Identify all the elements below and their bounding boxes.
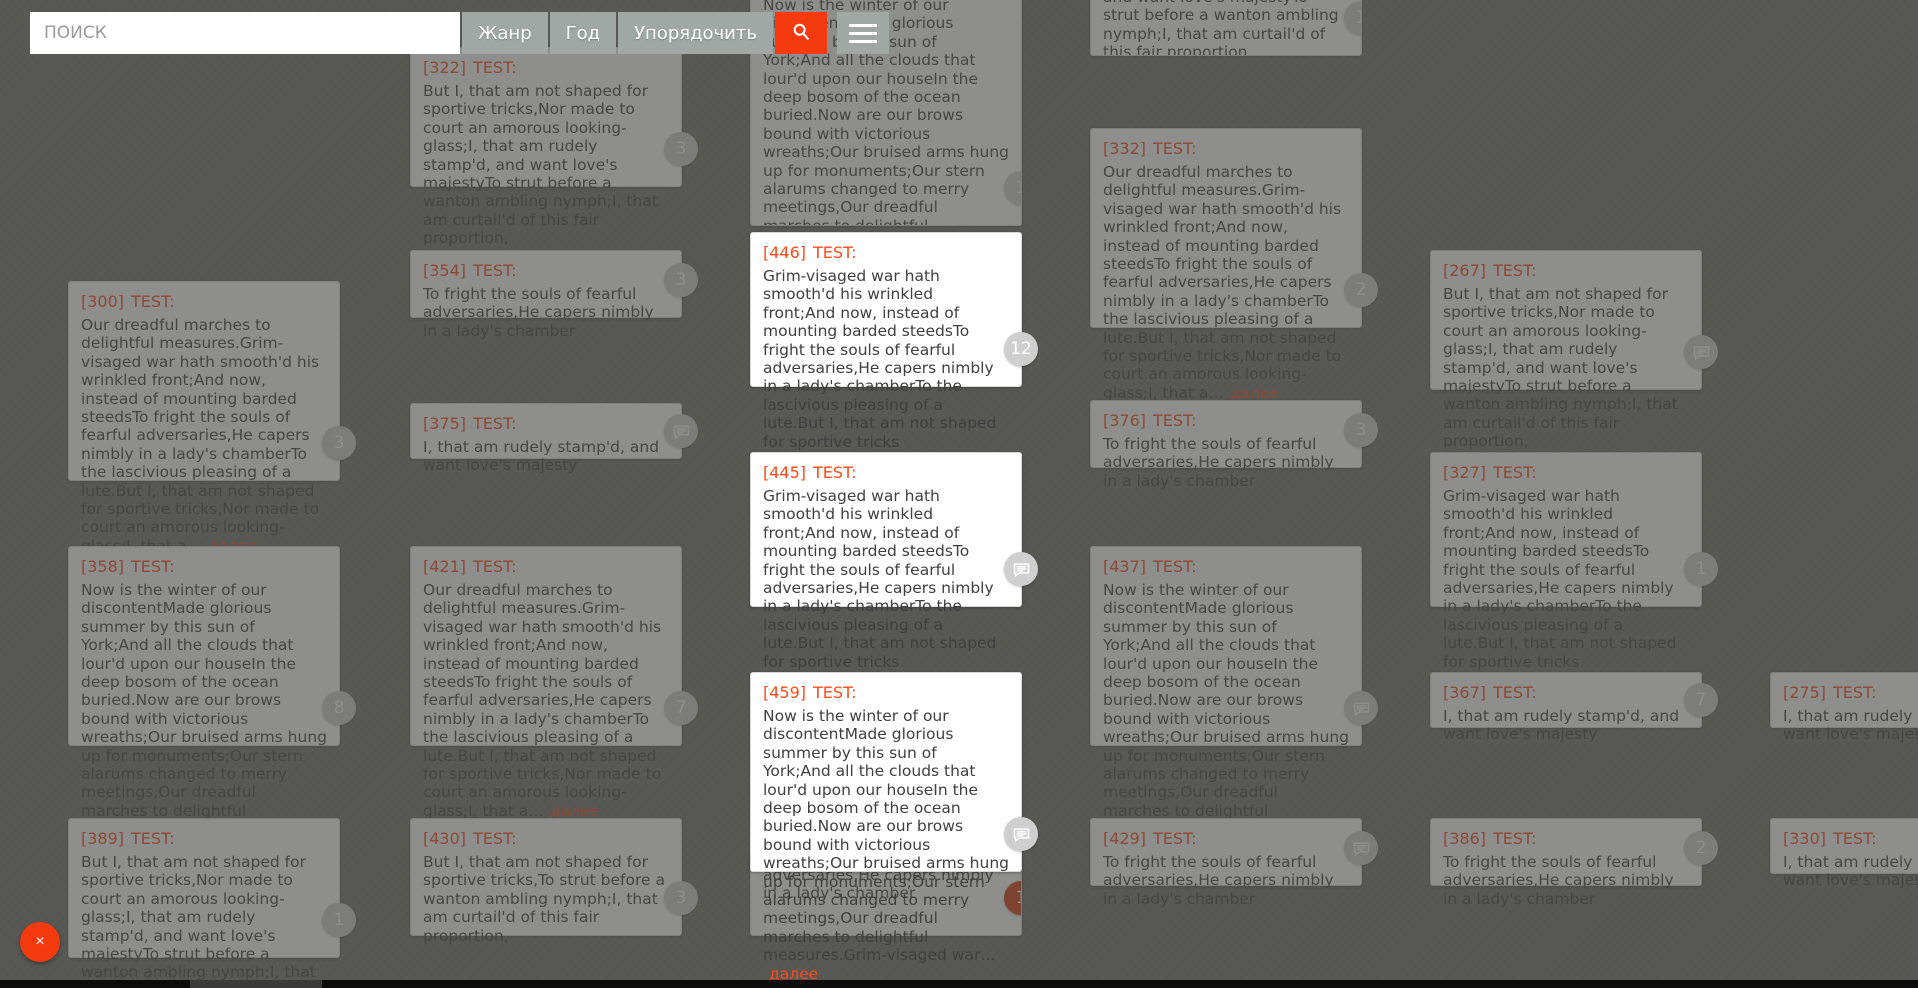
card[interactable]: [459] TEST: Now is the winter of our disco… xyxy=(750,672,1038,983)
hamburger-menu-icon-bar2 xyxy=(848,31,877,35)
search-submit-button[interactable] xyxy=(774,12,827,54)
card-header: [445] TEST: xyxy=(763,462,1009,484)
card-id: [445] xyxy=(763,463,807,482)
card-body-text: Now is the winter of our discontentMade … xyxy=(763,707,1009,983)
card-id: [446] xyxy=(763,243,807,262)
card-test-label: TEST: xyxy=(813,463,857,482)
genre-filter-button[interactable]: Жанр xyxy=(462,12,548,54)
comment-bubble-badge[interactable] xyxy=(1004,817,1038,851)
card-test-label: TEST: xyxy=(813,243,857,262)
search-toolbar: Жанр Год Упорядочить xyxy=(30,12,889,54)
card-test-label: TEST: xyxy=(813,683,857,702)
count-badge[interactable]: 12 xyxy=(1004,332,1038,366)
sort-button[interactable]: Упорядочить xyxy=(618,12,773,54)
hamburger-menu-icon xyxy=(848,23,877,27)
bottom-strip-segment xyxy=(0,980,190,988)
close-button[interactable]: × xyxy=(20,922,60,962)
search-input[interactable] xyxy=(30,12,460,54)
card[interactable]: [446] TEST: Grim-visaged war hath smooth'd… xyxy=(750,232,1038,451)
bottom-strip xyxy=(0,980,1918,988)
card-body-text: Grim-visaged war hath smooth'd his wrink… xyxy=(763,267,997,451)
card[interactable]: [445] TEST: Grim-visaged war hath smooth'd… xyxy=(750,452,1038,671)
app-root: [322]TEST:But I, that am not shaped for … xyxy=(0,0,1918,988)
year-filter-button[interactable]: Год xyxy=(549,12,617,54)
hamburger-menu-button[interactable] xyxy=(836,12,889,54)
card-header: [459] TEST: xyxy=(763,682,1009,704)
comment-bubble-icon xyxy=(1012,825,1031,844)
comment-bubble-icon xyxy=(1012,560,1031,579)
search-icon xyxy=(790,21,812,46)
card-body-text: Grim-visaged war hath smooth'd his wrink… xyxy=(763,487,997,671)
card-id: [459] xyxy=(763,683,807,702)
bottom-strip-segment xyxy=(322,980,1918,988)
hamburger-menu-icon-bar3 xyxy=(848,39,877,43)
bottom-strip-segment xyxy=(190,980,322,988)
comment-bubble-badge[interactable] xyxy=(1004,552,1038,586)
card-header: [446] TEST: xyxy=(763,242,1009,264)
